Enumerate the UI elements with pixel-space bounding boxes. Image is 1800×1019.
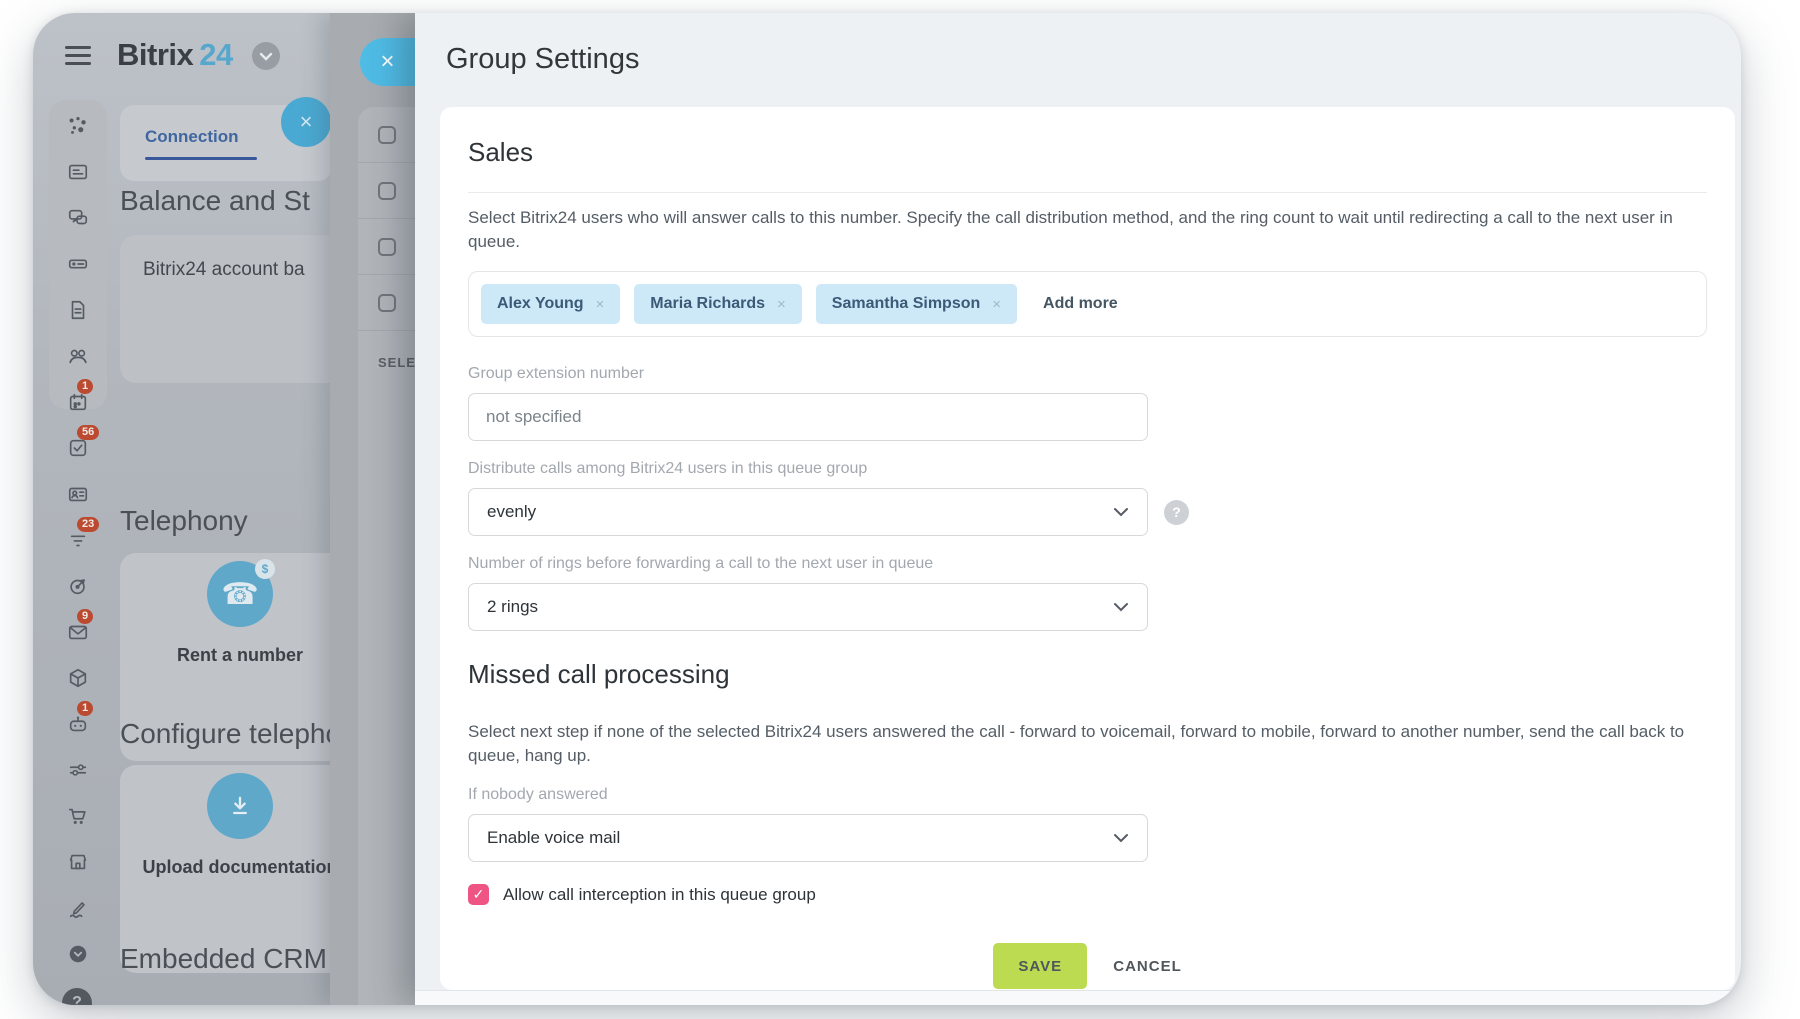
row-checkbox[interactable] xyxy=(378,126,396,144)
select-button[interactable]: SELE xyxy=(378,355,416,370)
distribution-label: Distribute calls among Bitrix24 users in… xyxy=(468,460,1707,478)
interception-checkbox[interactable]: ✓ xyxy=(468,884,489,905)
list-row xyxy=(358,163,415,219)
tab-close-icon[interactable]: × xyxy=(281,97,331,147)
list-panel-edge: SELE xyxy=(358,107,415,1005)
member-chip: Maria Richards × xyxy=(634,284,801,324)
footer-buttons: SAVE CANCEL xyxy=(468,943,1707,989)
upload-document-icon xyxy=(207,773,273,839)
add-more-link[interactable]: Add more xyxy=(1043,295,1118,313)
cancel-button[interactable]: CANCEL xyxy=(1113,958,1182,975)
rings-select[interactable]: 2 rings xyxy=(468,583,1148,631)
dollar-coin-icon: $ xyxy=(255,559,275,579)
member-chip: Alex Young × xyxy=(481,284,620,324)
remove-member-icon[interactable]: × xyxy=(992,296,1001,313)
tab-active-underline xyxy=(145,157,257,160)
panel-footer xyxy=(415,990,1741,1005)
missed-call-heading: Missed call processing xyxy=(468,659,1707,690)
upload-docs-label: Upload documentation xyxy=(120,857,360,878)
row-checkbox[interactable] xyxy=(378,238,396,256)
nobody-answered-value: Enable voice mail xyxy=(487,828,620,848)
divider xyxy=(468,192,1707,193)
list-slider-strip: × SELE xyxy=(330,13,415,1005)
telephony-heading: Telephony xyxy=(120,505,248,537)
distribution-select[interactable]: evenly xyxy=(468,488,1148,536)
queue-description: Select Bitrix24 users who will answer ca… xyxy=(468,206,1707,254)
save-button[interactable]: SAVE xyxy=(993,943,1087,989)
extension-label: Group extension number xyxy=(468,365,1707,383)
page: Bitrix24 xyxy=(0,0,1800,1019)
account-balance-text: Bitrix24 account ba xyxy=(143,259,305,281)
account-balance-card: Bitrix24 account ba xyxy=(120,235,345,383)
remove-member-icon[interactable]: × xyxy=(596,296,605,313)
upload-docs-tile[interactable]: Upload documentation xyxy=(120,765,345,973)
nobody-answered-select[interactable]: Enable voice mail xyxy=(468,814,1148,862)
chevron-down-icon xyxy=(1113,833,1129,843)
missed-call-description: Select next step if none of the selected… xyxy=(468,720,1707,768)
member-name: Samantha Simpson xyxy=(832,295,980,313)
rings-value: 2 rings xyxy=(487,597,538,617)
list-row xyxy=(358,107,415,163)
chevron-down-icon xyxy=(1113,507,1129,517)
members-input[interactable]: Alex Young × Maria Richards × Samantha S… xyxy=(468,271,1707,337)
remove-member-icon[interactable]: × xyxy=(777,296,786,313)
balance-heading: Balance and St xyxy=(120,185,310,217)
member-name: Alex Young xyxy=(497,295,584,313)
nobody-answered-label: If nobody answered xyxy=(468,786,1707,804)
row-checkbox[interactable] xyxy=(378,294,396,312)
settings-card: Sales Select Bitrix24 users who will ans… xyxy=(440,107,1735,990)
rings-label: Number of rings before forwarding a call… xyxy=(468,555,1707,573)
page-title: Group Settings xyxy=(446,43,639,76)
rent-number-label: Rent a number xyxy=(120,645,360,666)
interception-row: ✓ Allow call interception in this queue … xyxy=(468,884,1707,905)
list-row xyxy=(358,219,415,275)
slider-close-icon[interactable]: × xyxy=(360,38,415,86)
interception-label: Allow call interception in this queue gr… xyxy=(503,885,816,905)
group-name-heading: Sales xyxy=(468,137,1707,168)
phone-dollar-icon: ☎ $ xyxy=(207,561,273,627)
group-settings-panel: Group Settings Sales Select Bitrix24 use… xyxy=(415,13,1741,1005)
row-checkbox[interactable] xyxy=(378,182,396,200)
distribution-value: evenly xyxy=(487,502,536,522)
help-icon[interactable]: ? xyxy=(1164,500,1189,525)
chevron-down-icon xyxy=(1113,602,1129,612)
tab-connection[interactable]: Connection xyxy=(145,127,239,147)
member-name: Maria Richards xyxy=(650,295,765,313)
app-window: Bitrix24 xyxy=(33,13,1741,1005)
extension-input[interactable] xyxy=(468,393,1148,441)
member-chip: Samantha Simpson × xyxy=(816,284,1017,324)
list-row xyxy=(358,275,415,331)
